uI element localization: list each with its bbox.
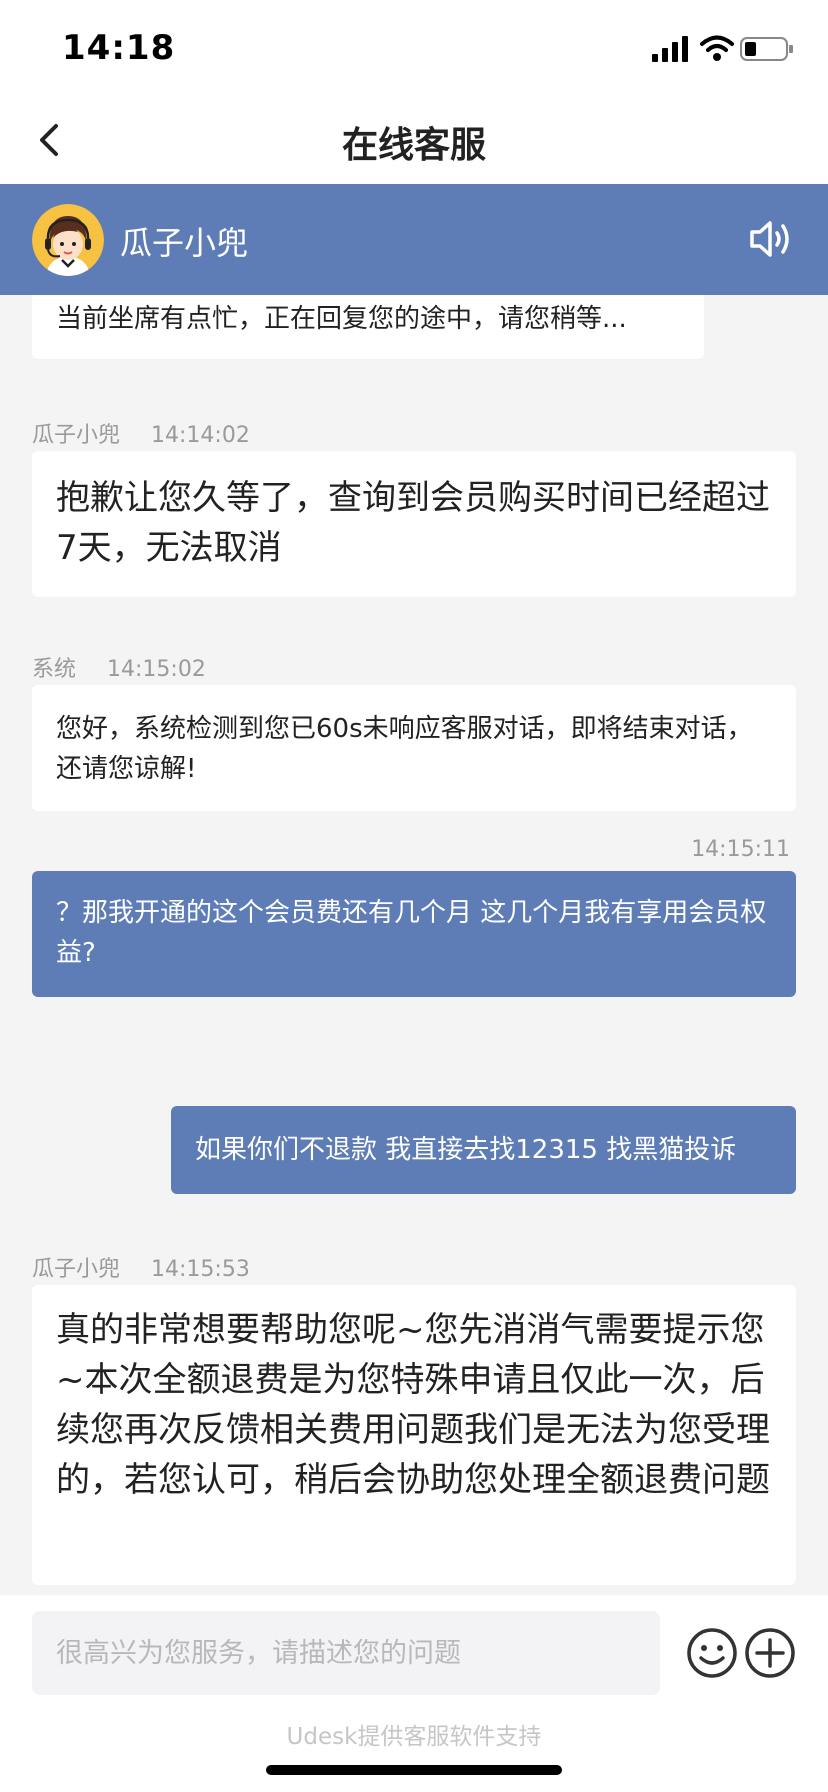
message-meta: 瓜子小兜 14:14:02 xyxy=(32,417,250,449)
message-text: ？那我开通的这个会员费还有几个月 这几个月我有享用会员权益? xyxy=(56,898,767,968)
message-time: 14:15:02 xyxy=(107,657,206,682)
message-bubble-user: ？那我开通的这个会员费还有几个月 这几个月我有享用会员权益? xyxy=(32,871,796,997)
message-bubble-agent: 真的非常想要帮助您呢~您先消消气需要提示您~本次全额退费是为您特殊申请且仅此一次… xyxy=(32,1285,796,1585)
sender-name: 瓜子小兜 xyxy=(32,423,121,448)
message-time: 14:15:53 xyxy=(151,1257,250,1282)
message-bubble-agent: 抱歉让您久等了，查询到会员购买时间已经超过7天，无法取消 xyxy=(32,451,796,597)
status-time: 14:18 xyxy=(62,28,176,68)
status-bar: 14:18 xyxy=(0,0,828,96)
agent-name: 瓜子小兜 xyxy=(120,224,249,262)
message-bubble-system: 您好，系统检测到您已60s未响应客服对话，即将结束对话，还请您谅解! xyxy=(32,685,796,811)
message-text: 您好，系统检测到您已60s未响应客服对话，即将结束对话，还请您谅解! xyxy=(56,714,753,784)
speaker-icon[interactable] xyxy=(748,217,796,261)
nav-bar: 在线客服 xyxy=(0,96,828,184)
agent-avatar xyxy=(32,204,104,276)
footer-credit: Udesk提供客服软件支持 xyxy=(286,1724,542,1750)
signal-icon xyxy=(652,36,688,62)
input-bar: Udesk提供客服软件支持 xyxy=(0,1595,828,1792)
chat-list[interactable]: 当前坐席有点忙，正在回复您的途中，请您稍等... 瓜子小兜 14:14:02 抱… xyxy=(0,295,828,1595)
home-indicator xyxy=(266,1765,562,1775)
emoji-icon[interactable] xyxy=(686,1627,738,1679)
message-time: 14:15:11 xyxy=(691,837,790,862)
agent-header: 瓜子小兜 xyxy=(0,184,828,295)
message-meta: 系统 14:15:02 xyxy=(32,651,206,683)
message-meta: 瓜子小兜 14:15:53 xyxy=(32,1251,250,1283)
page-title: 在线客服 xyxy=(341,125,486,166)
message-text: 如果你们不退款 我直接去找12315 找黑猫投诉 xyxy=(195,1135,737,1165)
message-bubble-agent: 当前坐席有点忙，正在回复您的途中，请您稍等... xyxy=(32,295,704,359)
sender-name: 瓜子小兜 xyxy=(32,1257,121,1282)
wifi-icon xyxy=(700,35,734,61)
message-time: 14:14:02 xyxy=(151,423,250,448)
message-bubble-user: 如果你们不退款 我直接去找12315 找黑猫投诉 xyxy=(171,1106,796,1194)
sender-name: 系统 xyxy=(32,657,77,682)
plus-icon[interactable] xyxy=(744,1627,796,1679)
message-input[interactable] xyxy=(32,1611,660,1695)
battery-icon xyxy=(740,37,793,61)
message-text: 当前坐席有点忙，正在回复您的途中，请您稍等... xyxy=(56,304,627,334)
message-text: 抱歉让您久等了，查询到会员购买时间已经超过7天，无法取消 xyxy=(56,478,770,568)
message-text: 真的非常想要帮助您呢~您先消消气需要提示您~本次全额退费是为您特殊申请且仅此一次… xyxy=(56,1310,770,1500)
